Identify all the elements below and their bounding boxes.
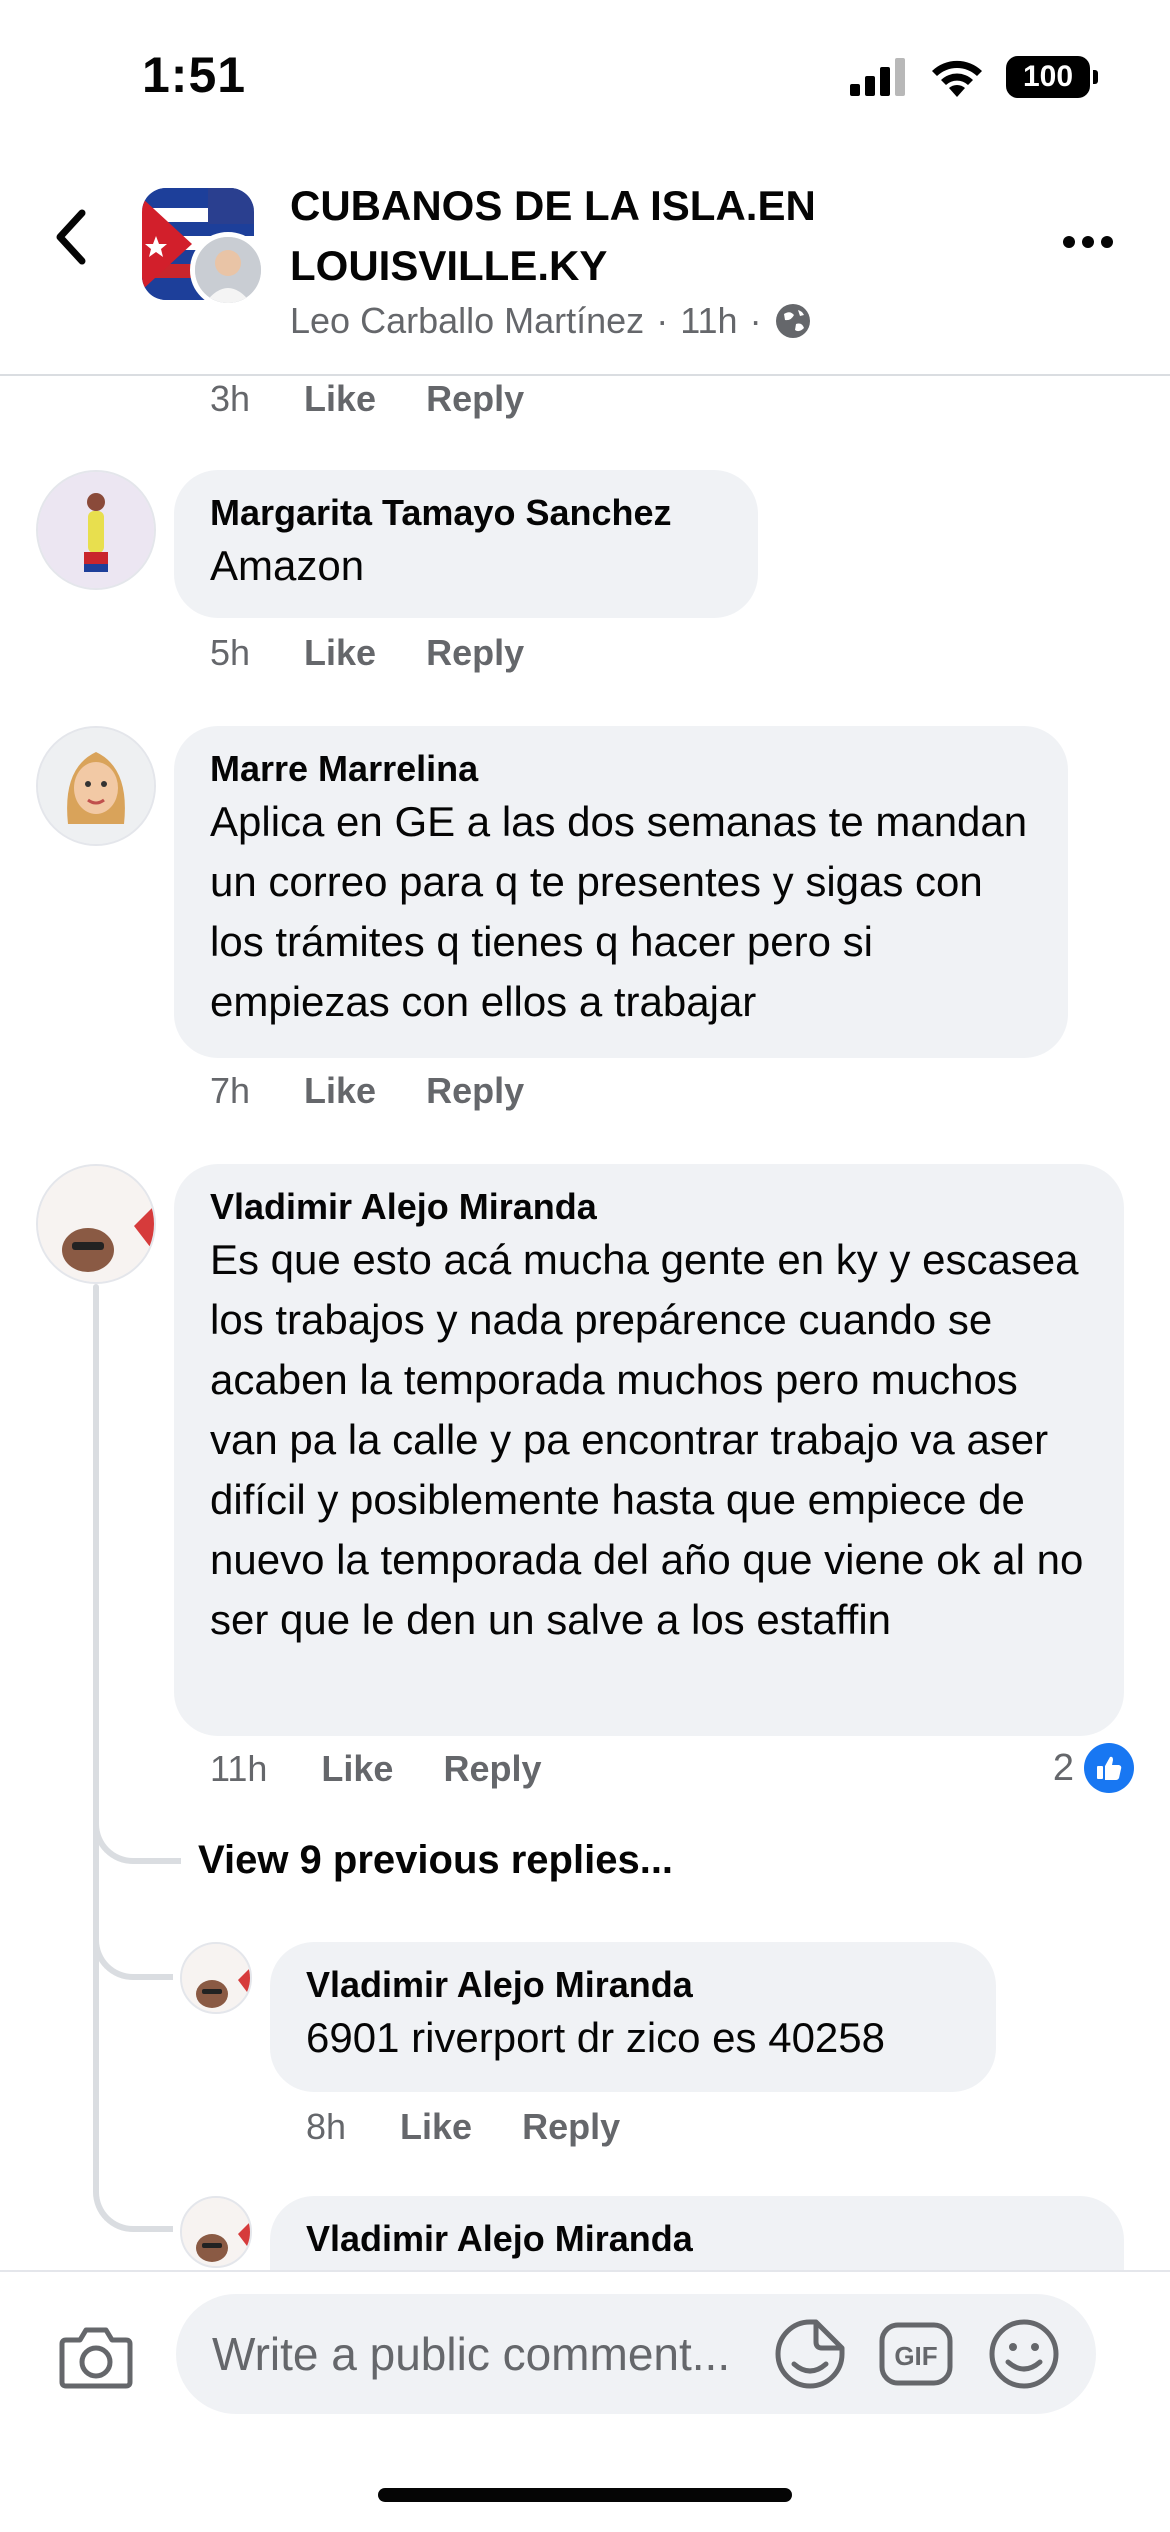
person-photo [182,1944,250,2012]
commenter-name[interactable]: Vladimir Alejo Miranda [210,1184,1088,1230]
like-button[interactable]: Like [400,2106,472,2148]
person-photo [38,1166,154,1282]
meta-separator: · [656,300,669,341]
like-button[interactable]: Like [304,378,376,420]
emoji-icon [989,2319,1059,2389]
signal-icon [850,58,905,96]
status-time: 1:51 [142,47,247,103]
meta-separator: · [749,300,762,341]
reaction-summary[interactable]: 2 [1053,1743,1134,1793]
like-button[interactable]: Like [304,632,376,674]
replier-avatar[interactable] [180,2196,252,2268]
dot-icon [1063,236,1075,248]
replier-avatar[interactable] [180,1942,252,2014]
reply-button[interactable]: Reply [426,1070,524,1112]
author-avatar[interactable] [190,232,266,308]
like-icon [1084,1743,1134,1793]
post-time[interactable]: 11h [680,300,737,342]
wifi-icon [932,60,982,97]
comment-time[interactable]: 7h [210,1070,250,1112]
thread-branch [93,1938,173,1980]
group-title[interactable]: CUBANOS DE LA ISLA.EN LOUISVILLE.KY [290,176,1030,296]
dot-icon [1082,236,1094,248]
dot-icon [1101,236,1113,248]
person-photo [38,728,154,844]
gif-icon: GIF [879,2322,953,2386]
comment-input[interactable] [176,2294,1096,2414]
view-previous-replies-link[interactable]: View 9 previous replies... [198,1838,673,1883]
globe-icon [775,304,810,338]
reaction-count: 2 [1052,1746,1074,1789]
comment-bubble: Vladimir Alejo Miranda Es que esto acá m… [174,1164,1124,1736]
comment-time[interactable]: 11h [210,1748,267,1790]
like-button[interactable]: Like [321,1748,393,1790]
person-photo [195,237,261,303]
thread-line [93,1284,99,2164]
reply-button[interactable]: Reply [426,378,524,420]
comment-actions: 7h Like Reply [210,1070,574,1112]
reply-button[interactable]: Reply [522,2106,620,2148]
status-icons: 100 [850,56,1098,98]
thread-branch [93,1798,181,1864]
comment-text: Aplica en GE a las dos semanas te mandan… [210,798,1028,1025]
reply-time[interactable]: 8h [306,2106,346,2148]
post-header: CUBANOS DE LA ISLA.EN LOUISVILLE.KY Leo … [0,150,1170,376]
more-options-button[interactable] [1050,212,1126,272]
comment-bubble: Margarita Tamayo Sanchez Amazon [174,470,758,618]
comment-text: Es que esto acá mucha gente en ky y esca… [210,1236,1084,1643]
comment-actions: 11h Like Reply [210,1748,592,1790]
camera-icon [59,2327,133,2389]
commenter-avatar[interactable] [36,1164,156,1284]
home-indicator[interactable] [378,2488,792,2502]
gif-button[interactable]: GIF [876,2314,956,2394]
sticker-icon [775,2319,845,2389]
emoji-button[interactable] [984,2314,1064,2394]
commenter-name[interactable]: Margarita Tamayo Sanchez [210,490,722,536]
post-meta: Leo Carballo Martínez · 11h · [290,300,812,342]
reply-button[interactable]: Reply [443,1748,541,1790]
commenter-avatar[interactable] [36,470,156,590]
replier-name[interactable]: Vladimir Alejo Miranda [306,2216,1088,2262]
reply-actions: 8h Like Reply [306,2106,670,2148]
thread-branch [93,2158,173,2232]
back-button[interactable] [40,202,100,272]
reply-bubble: Vladimir Alejo Miranda 6901 riverport dr… [270,1942,996,2092]
reply-bubble: Vladimir Alejo Miranda [270,2196,1124,2270]
comment-text: Amazon [210,542,365,589]
gif-label: GIF [894,2341,937,2371]
comments-list[interactable]: 3h Like Reply Margarita Tamayo Sanchez A… [0,378,1170,2270]
commenter-avatar[interactable] [36,726,156,846]
comment-time[interactable]: 3h [210,378,250,420]
comment-actions: 5h Like Reply [210,632,574,674]
camera-button[interactable] [56,2318,136,2398]
comment-time[interactable]: 5h [210,632,250,674]
reply-button[interactable]: Reply [426,632,524,674]
like-button[interactable]: Like [304,1070,376,1112]
replier-name[interactable]: Vladimir Alejo Miranda [306,1962,960,2008]
status-bar: 1:51 100 [0,0,1170,150]
person-photo [38,472,154,588]
sticker-button[interactable] [770,2314,850,2394]
person-photo [182,2198,250,2266]
comment-bubble: Marre Marrelina Aplica en GE a las dos s… [174,726,1068,1058]
battery-indicator: 100 [1006,56,1098,98]
commenter-name[interactable]: Marre Marrelina [210,746,1032,792]
comment-actions: 3h Like Reply [210,378,574,420]
reply-text: 6901 riverport dr zico es 40258 [306,2014,885,2061]
chevron-left-icon [56,209,86,265]
author-name[interactable]: Leo Carballo Martínez [290,300,644,342]
